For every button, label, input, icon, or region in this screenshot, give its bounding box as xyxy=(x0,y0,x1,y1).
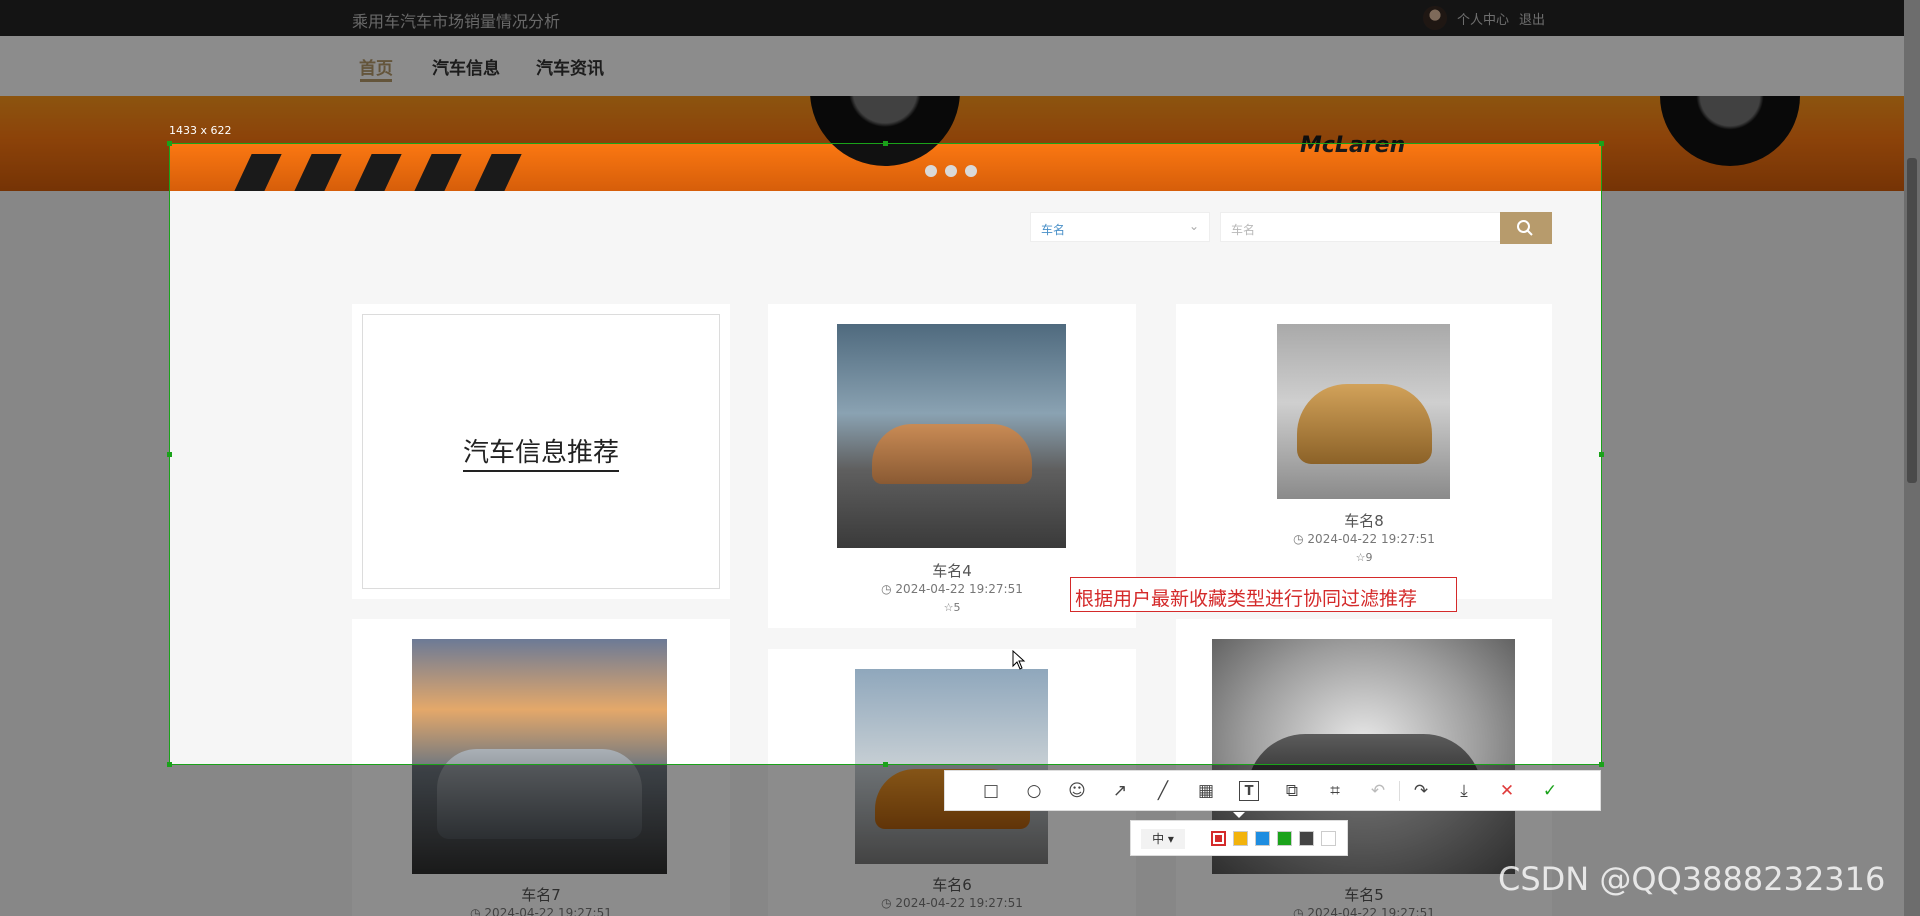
arrow-icon[interactable]: ↗ xyxy=(1110,781,1130,801)
text-icon[interactable]: T xyxy=(1239,781,1259,801)
color-swatch-red[interactable] xyxy=(1211,831,1226,846)
page: 乘用车汽车市场销量情况分析 个人中心 退出 首页 汽车信息 汽车资讯 McLar… xyxy=(0,0,1920,916)
color-swatch-white[interactable] xyxy=(1321,831,1336,846)
resize-handle[interactable] xyxy=(167,452,172,457)
resize-handle[interactable] xyxy=(1599,762,1604,767)
share-icon[interactable]: ↷ xyxy=(1411,781,1431,801)
undo-icon[interactable]: ↶ xyxy=(1368,781,1388,801)
capture-selection[interactable] xyxy=(167,141,1604,767)
resize-handle[interactable] xyxy=(167,762,172,767)
toolbar-divider xyxy=(1399,781,1400,801)
color-swatch-yellow[interactable] xyxy=(1233,831,1248,846)
save-icon[interactable]: ⤓ xyxy=(1454,781,1474,801)
watermark: CSDN @QQ3888232316 xyxy=(1498,860,1886,898)
annotation-text: 根据用户最新收藏类型进行协同过滤推荐 xyxy=(1075,588,1418,610)
ocr-icon[interactable]: ⌗ xyxy=(1325,781,1345,801)
cursor-icon xyxy=(1012,650,1026,670)
resize-handle[interactable] xyxy=(1599,141,1604,146)
overlay-dim-left xyxy=(0,143,169,765)
font-size-select[interactable]: 中 ▾ xyxy=(1141,829,1185,849)
resize-handle[interactable] xyxy=(1599,452,1604,457)
line-icon[interactable]: ╱ xyxy=(1153,781,1173,801)
resize-handle[interactable] xyxy=(883,762,888,767)
ellipse-icon[interactable]: ○ xyxy=(1024,781,1044,801)
scrollbar-thumb[interactable] xyxy=(1907,158,1917,483)
copy-icon[interactable]: ⧉ xyxy=(1282,781,1302,801)
font-size-value: 中 xyxy=(1152,832,1165,846)
color-swatch-gray[interactable] xyxy=(1299,831,1314,846)
rectangle-icon[interactable]: □ xyxy=(981,781,1001,801)
confirm-icon[interactable]: ✓ xyxy=(1540,781,1560,801)
cancel-icon[interactable]: ✕ xyxy=(1497,781,1517,801)
capture-toolbar: □ ○ ☺ ↗ ╱ ▦ T ⧉ ⌗ ↶ ↷ ⤓ ✕ ✓ xyxy=(944,770,1601,811)
color-swatch-green[interactable] xyxy=(1277,831,1292,846)
resize-handle[interactable] xyxy=(167,141,172,146)
overlay-dim-top xyxy=(0,0,1920,143)
color-swatch-blue[interactable] xyxy=(1255,831,1270,846)
mosaic-icon[interactable]: ▦ xyxy=(1196,781,1216,801)
selection-size-label: 1433 x 622 xyxy=(169,124,232,137)
text-annotation[interactable]: 根据用户最新收藏类型进行协同过滤推荐 xyxy=(1070,577,1457,612)
text-style-bar: 中 ▾ xyxy=(1130,820,1348,856)
colorbar-pointer xyxy=(1233,812,1245,818)
overlay-dim-right xyxy=(1602,143,1920,765)
resize-handle[interactable] xyxy=(883,141,888,146)
emoji-icon[interactable]: ☺ xyxy=(1067,781,1087,801)
